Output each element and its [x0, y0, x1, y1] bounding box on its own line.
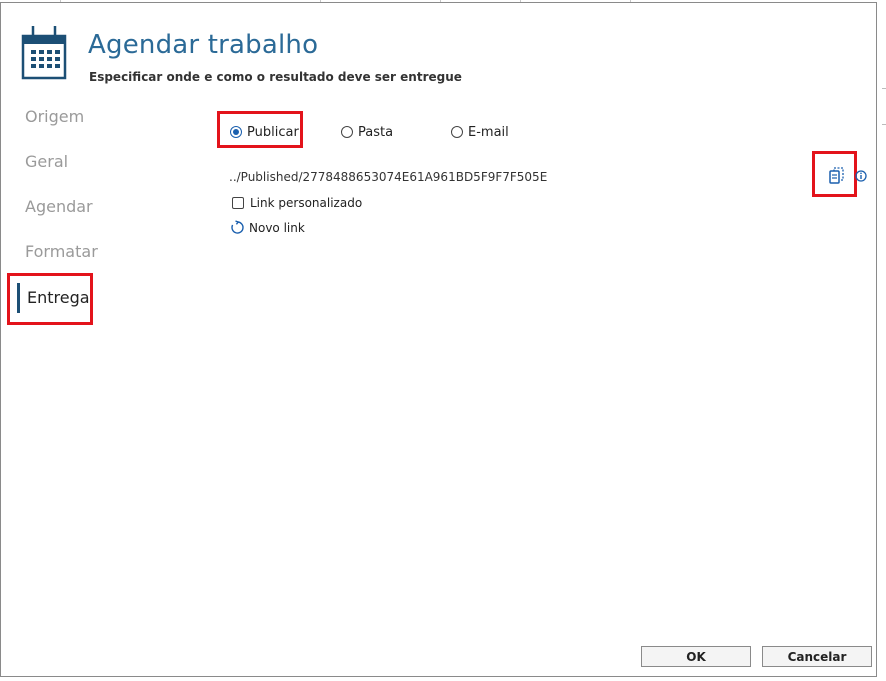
radio-button[interactable]	[341, 126, 353, 138]
highlight-publicar	[217, 111, 303, 148]
background-app-edge	[878, 6, 886, 681]
dialog-subtitle: Especificar onde e como o resultado deve…	[89, 70, 462, 84]
custom-link-label: Link personalizado	[250, 196, 363, 210]
refresh-icon	[231, 220, 244, 234]
radio-pasta[interactable]: Pasta	[341, 122, 393, 142]
radio-email-label: E-mail	[468, 124, 509, 140]
highlight-entrega	[7, 273, 93, 325]
nav-item-agendar[interactable]: Agendar	[25, 197, 93, 216]
custom-link-checkbox[interactable]: Link personalizado	[232, 196, 362, 210]
nav-item-formatar[interactable]: Formatar	[25, 242, 98, 261]
new-link-label: Novo link	[249, 220, 305, 235]
radio-email[interactable]: E-mail	[451, 122, 509, 142]
nav-item-origem[interactable]: Origem	[25, 107, 84, 126]
schedule-job-dialog: Agendar trabalho Especificar onde e como…	[0, 2, 877, 677]
new-link-button[interactable]: Novo link	[230, 220, 305, 235]
calendar-icon	[21, 26, 67, 80]
radio-pasta-label: Pasta	[358, 124, 394, 140]
published-url: ../Published/2778488653074E61A961BD5F9F7…	[229, 170, 548, 184]
info-icon[interactable]	[855, 170, 867, 182]
cancel-button[interactable]: Cancelar	[762, 646, 872, 667]
nav-item-geral[interactable]: Geral	[25, 152, 68, 171]
checkbox-box[interactable]	[232, 197, 244, 209]
ok-button[interactable]: OK	[641, 646, 751, 667]
dialog-title: Agendar trabalho	[88, 30, 319, 60]
highlight-copy	[812, 151, 857, 197]
radio-button[interactable]	[451, 126, 463, 138]
